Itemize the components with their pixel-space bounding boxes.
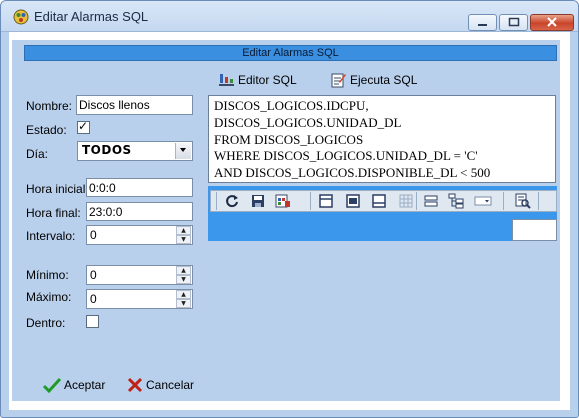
close-button[interactable] (530, 14, 574, 31)
check-icon: ✓ (78, 119, 89, 133)
intervalo-down-button[interactable]: ▼ (176, 235, 191, 244)
dia-select[interactable]: TODOS (77, 141, 193, 161)
maximize-icon (508, 17, 520, 27)
estado-label: Estado: (26, 123, 67, 137)
save-icon[interactable] (250, 193, 266, 209)
dia-label: Día: (26, 147, 49, 161)
search-icon[interactable] (515, 193, 531, 209)
sql-editor[interactable]: DISCOS_LOGICOS.IDCPU, DISCOS_LOGICOS.UNI… (208, 95, 556, 183)
toolbar-separator (538, 192, 539, 210)
panel-header: Editar Alarmas SQL (24, 45, 557, 61)
app-icon (13, 9, 29, 25)
intervalo-stepper[interactable]: 0 ▲ ▼ (86, 225, 193, 245)
export-icon[interactable] (275, 193, 291, 209)
estado-checkbox[interactable]: ✓ (77, 119, 90, 134)
toolbar-separator (416, 192, 417, 210)
title-bar: Editar Alarmas SQL (1, 1, 578, 32)
refresh-icon[interactable] (224, 193, 240, 209)
form-view-icon[interactable] (318, 193, 334, 209)
toolbar-separator (310, 192, 311, 210)
editor-sql-icon (219, 74, 234, 86)
close-icon (547, 17, 557, 27)
minimize-icon (478, 24, 487, 26)
accept-label: Aceptar (64, 378, 106, 392)
close-icon (127, 377, 143, 393)
accept-button[interactable]: Aceptar (43, 377, 105, 393)
grid-input[interactable] (512, 219, 557, 241)
bottom-view-icon[interactable] (371, 193, 387, 209)
hora-inicial-label: Hora inicial: (26, 182, 89, 196)
edit-view-icon[interactable] (345, 193, 361, 209)
toolbar-separator (216, 192, 217, 210)
intervalo-label: Intervalo: (26, 229, 76, 243)
maximo-label: Máximo: (26, 290, 72, 304)
maximo-stepper[interactable]: 0 ▲ ▼ (86, 289, 193, 309)
dropdown-icon[interactable] (474, 193, 492, 209)
minimo-up-button[interactable]: ▲ (176, 266, 191, 275)
dropdown-button[interactable] (175, 143, 191, 159)
editor-sql-label: Editor SQL (238, 73, 297, 87)
nombre-input[interactable]: Discos llenos (76, 95, 193, 115)
nombre-label: Nombre: (26, 99, 73, 113)
maximo-down-button[interactable]: ▼ (176, 299, 191, 308)
execute-sql-label: Ejecuta SQL (350, 73, 418, 87)
window-title: Editar Alarmas SQL (34, 9, 149, 24)
hora-final-input[interactable]: 23:0:0 (86, 202, 193, 221)
cancel-button[interactable]: Cancelar (127, 377, 194, 393)
dentro-label: Dentro: (26, 316, 66, 330)
chevron-down-icon (180, 148, 186, 152)
intervalo-up-button[interactable]: ▲ (176, 226, 191, 235)
minimo-value: 0 (90, 268, 97, 282)
check-icon (43, 377, 61, 393)
execute-sql-button[interactable]: Ejecuta SQL (330, 72, 417, 88)
minimize-button[interactable] (468, 14, 497, 31)
toolbar-separator (503, 192, 504, 210)
cancel-label: Cancelar (146, 378, 195, 392)
intervalo-value: 0 (90, 228, 97, 242)
hora-final-label: Hora final: (26, 206, 81, 220)
minimo-stepper[interactable]: 0 ▲ ▼ (86, 265, 193, 285)
maximize-button[interactable] (499, 14, 528, 31)
dia-value: TODOS (82, 143, 132, 157)
split-horizontal-icon[interactable] (423, 193, 439, 209)
dentro-checkbox[interactable] (86, 315, 99, 328)
minimo-label: Mínimo: (26, 268, 69, 282)
maximo-value: 0 (90, 292, 97, 306)
maximo-up-button[interactable]: ▲ (176, 290, 191, 299)
editor-sql-button[interactable]: Editor SQL (218, 72, 297, 88)
tree-view-icon[interactable] (448, 193, 464, 209)
minimo-down-button[interactable]: ▼ (176, 275, 191, 284)
execute-sql-icon (331, 73, 346, 88)
hora-inicial-input[interactable]: 0:0:0 (86, 178, 193, 197)
grid-view-icon[interactable] (398, 193, 414, 209)
